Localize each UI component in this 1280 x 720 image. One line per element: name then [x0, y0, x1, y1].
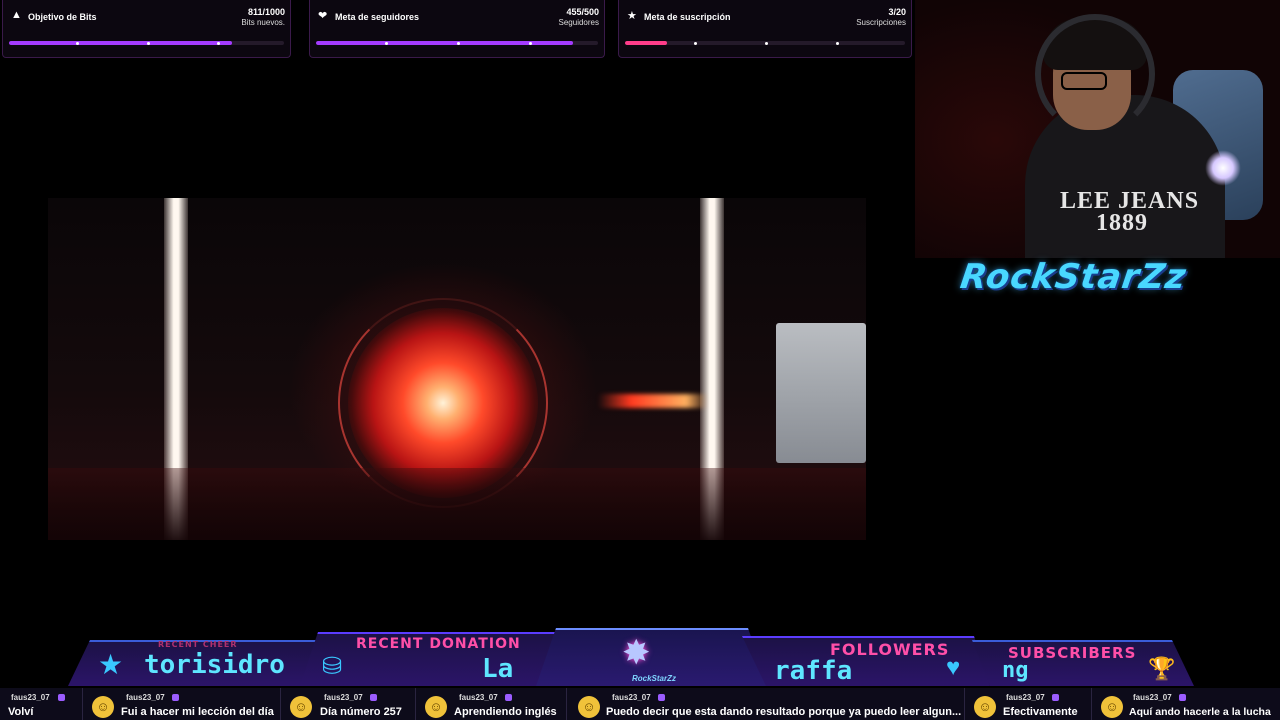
headset — [1035, 14, 1155, 134]
star-emblem-icon: ✸ — [622, 634, 651, 672]
recent-cheer-panel: RECENT CHEER ★ torisidro — [68, 640, 318, 686]
chat-ticker: faus23_07 Volví ☺ faus23_07 Fui a hacer … — [0, 688, 1280, 720]
chat-message: ☺ faus23_07 Aprendiendo inglés — [417, 688, 565, 720]
goal-count: 455/500 — [566, 7, 599, 17]
chat-text: Aprendiendo inglés — [454, 706, 557, 718]
sub-badge-icon — [1052, 694, 1059, 701]
webcam-feed: LEE JEANS 1889 — [915, 0, 1280, 258]
chat-text: Aquí ando hacerle a la lucha — [1129, 706, 1271, 718]
coin-icon: ⛁ — [322, 653, 343, 680]
game-video-capture — [48, 198, 866, 540]
chat-message: ☺ faus23_07 Aquí ando hacerle a la lucha — [1093, 688, 1280, 720]
recent-cheer-value: torisidro — [144, 650, 285, 680]
center-logo-name: RockStarZz — [631, 674, 676, 683]
followers-value: raffa — [774, 656, 853, 686]
goal-subtitle: Suscripciones — [856, 18, 906, 27]
sub-badge-icon — [1179, 694, 1186, 701]
stream-info-bar: RECENT CHEER ★ torisidro RECENT DONATION… — [0, 628, 1280, 686]
goal-marker — [836, 41, 839, 45]
recent-cheer-label: RECENT CHEER — [158, 640, 238, 649]
recent-donation-panel: RECENT DONATION ⛁ La — [300, 632, 562, 686]
goal-title: Meta de seguidores — [335, 12, 420, 22]
avatar-icon: ☺ — [578, 696, 600, 718]
goal-marker — [385, 41, 388, 45]
avatar-icon: ☺ — [92, 696, 114, 718]
goal-progress-fill — [9, 41, 233, 45]
chat-username: faus23_07 — [1006, 693, 1045, 702]
heart-icon: ❤ — [318, 10, 328, 22]
divider — [566, 688, 567, 720]
bits-goal-widget: ▲ Objetivo de Bits 811/1000 Bits nuevos. — [2, 0, 291, 58]
chat-message: ☺ faus23_07 Fui a hacer mi lección del d… — [84, 688, 280, 720]
goal-count: 811/1000 — [247, 7, 285, 17]
chat-username: faus23_07 — [126, 693, 165, 702]
channel-logo: RockStarZz — [957, 257, 1190, 297]
chat-message: ☺ faus23_07 Puedo decir que esta dando r… — [568, 688, 964, 720]
divider — [280, 688, 281, 720]
divider — [82, 688, 83, 720]
avatar-icon: ☺ — [425, 696, 447, 718]
goal-subtitle: Seguidores — [558, 18, 599, 27]
sub-badge-icon — [505, 694, 512, 701]
divider — [1091, 688, 1092, 720]
chat-username: faus23_07 — [1133, 693, 1172, 702]
reflective-floor — [48, 468, 866, 540]
heart-icon: ♥ — [946, 654, 961, 681]
chat-message: ☺ faus23_07 Efectivamente — [966, 688, 1090, 720]
chat-username: faus23_07 — [459, 693, 498, 702]
chat-message: faus23_07 Volví — [0, 688, 80, 720]
divider — [964, 688, 965, 720]
goal-marker — [694, 41, 697, 45]
goal-title: Objetivo de Bits — [28, 12, 97, 22]
goal-marker — [76, 41, 79, 45]
chat-text: Día número 257 — [320, 706, 402, 718]
sub-badge-icon — [370, 694, 377, 701]
chat-username: faus23_07 — [324, 693, 363, 702]
chat-text: Fui a hacer mi lección del día — [121, 706, 274, 718]
subscribers-value: ng — [1002, 658, 1029, 683]
goal-count: 3/20 — [888, 7, 906, 17]
center-logo-badge: ✸ RockStarZz — [536, 628, 768, 686]
goal-progress-fill — [625, 41, 667, 45]
subscription-goal-widget: ★ Meta de suscripción 3/20 Suscripciones — [618, 0, 912, 58]
machine-console — [776, 323, 866, 463]
bits-icon: ▲ — [11, 9, 22, 21]
ring-light — [1205, 150, 1241, 186]
laser-beam — [598, 394, 708, 408]
goal-progress-fill — [316, 41, 573, 45]
chat-text: Volví — [8, 706, 34, 718]
goal-marker — [217, 41, 220, 45]
shirt-text-line2: 1889 — [1096, 210, 1148, 236]
goal-marker — [457, 41, 460, 45]
chat-message: ☺ faus23_07 Día número 257 — [282, 688, 414, 720]
goal-subtitle: Bits nuevos. — [241, 18, 285, 27]
star-icon: ★ — [98, 649, 124, 680]
chat-username: faus23_07 — [612, 693, 651, 702]
shirt-print: LEE JEANS 1889 — [1060, 188, 1200, 236]
goal-marker — [529, 41, 532, 45]
sub-badge-icon — [658, 694, 665, 701]
recent-donation-value: La — [482, 654, 514, 684]
goal-title: Meta de suscripción — [644, 12, 731, 22]
subscribers-panel: SUBSCRIBERS ng 🏆 — [972, 640, 1194, 686]
followers-goal-widget: ❤ Meta de seguidores 455/500 Seguidores — [309, 0, 605, 58]
avatar-icon: ☺ — [974, 696, 996, 718]
shirt-text-line1: LEE JEANS — [1060, 188, 1200, 214]
trophy-icon: 🏆 — [1148, 656, 1176, 681]
sub-badge-icon — [58, 694, 65, 701]
chat-text: Efectivamente — [1003, 706, 1078, 718]
goal-marker — [147, 41, 150, 45]
avatar-icon: ☺ — [1101, 696, 1123, 718]
sub-badge-icon — [172, 694, 179, 701]
recent-donation-label: RECENT DONATION — [356, 636, 521, 652]
chat-username: faus23_07 — [11, 693, 50, 702]
chat-text: Puedo decir que esta dando resultado por… — [606, 706, 962, 718]
goal-marker — [765, 41, 768, 45]
avatar-icon: ☺ — [290, 696, 312, 718]
followers-panel: FOLLOWERS raffa ♥ — [742, 636, 990, 686]
star-icon: ★ — [627, 10, 637, 22]
divider — [415, 688, 416, 720]
